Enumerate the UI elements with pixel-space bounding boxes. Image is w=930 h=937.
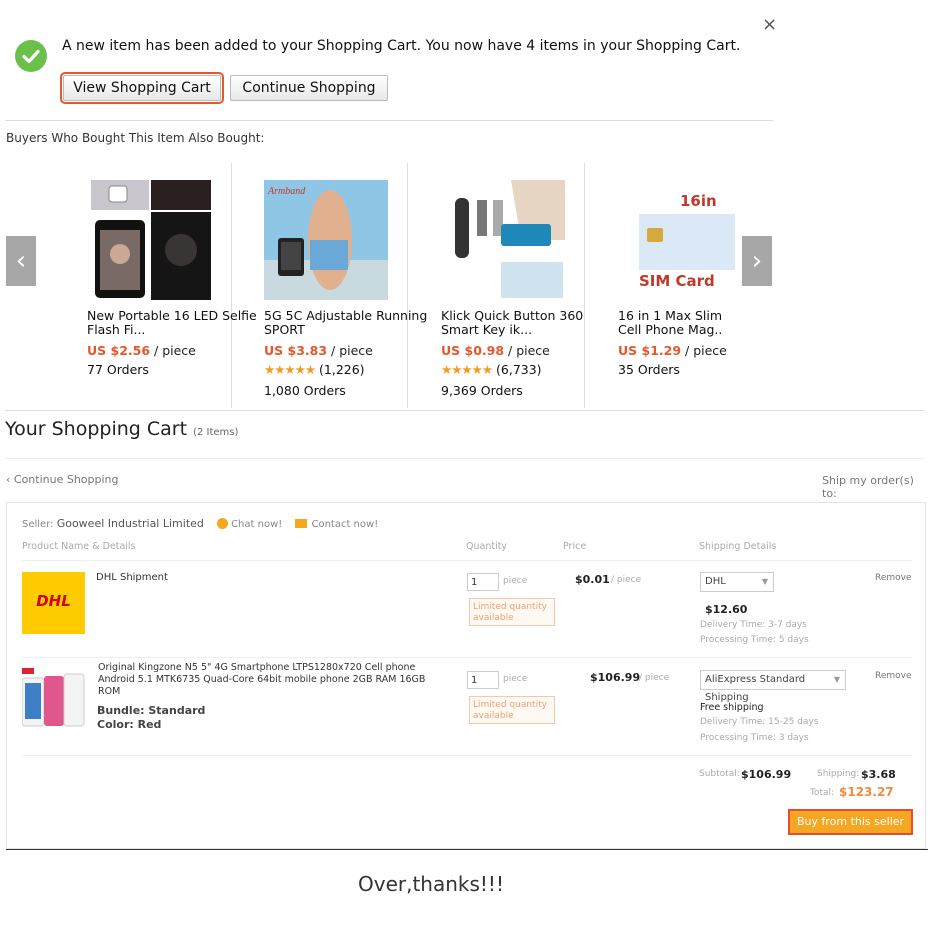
item-color: Color: Red bbox=[97, 718, 162, 731]
product-price: US $3.83 / piece bbox=[264, 343, 373, 358]
product-card[interactable]: Klick Quick Button 360 Smart Key ik... U… bbox=[408, 163, 585, 408]
shipping-total-value: $3.68 bbox=[861, 768, 896, 781]
cart-added-message: A new item has been added to your Shoppi… bbox=[62, 38, 741, 54]
qty-unit: piece bbox=[503, 576, 528, 586]
quantity-input[interactable]: 1 bbox=[467, 573, 499, 591]
chat-icon bbox=[217, 518, 229, 529]
product-image[interactable]: 16in SIM Card bbox=[635, 180, 735, 300]
view-shopping-cart-button[interactable]: View Shopping Cart bbox=[60, 72, 224, 104]
product-image[interactable] bbox=[91, 180, 211, 300]
shipping-method-select[interactable]: AliExpress Standard Shipping ▼ bbox=[700, 670, 846, 703]
price-unit: / piece bbox=[611, 575, 642, 585]
shipping-cost: $12.60 bbox=[705, 603, 748, 616]
header-price: Price bbox=[563, 541, 587, 552]
cart-title: Your Shopping Cart (2 Items) bbox=[5, 418, 239, 440]
product-orders: 35 Orders bbox=[618, 362, 680, 377]
subtotal-value: $106.99 bbox=[741, 768, 792, 781]
carousel-prev-button[interactable]: ‹ bbox=[6, 236, 36, 286]
quantity-input[interactable]: 1 bbox=[467, 671, 499, 689]
seller-row: Seller: Gooweel Industrial Limited Chat … bbox=[22, 517, 379, 530]
product-price: US $0.98 / piece bbox=[441, 343, 550, 358]
product-price: US $1.29 / piece bbox=[618, 343, 727, 358]
item-price: $0.01 bbox=[575, 573, 610, 586]
header-shipping: Shipping Details bbox=[699, 541, 777, 552]
remove-link[interactable]: Remove bbox=[875, 573, 912, 583]
buy-from-seller-button[interactable]: Buy from this seller bbox=[788, 809, 913, 835]
dhl-logo: DHL bbox=[22, 572, 85, 634]
total-value: $123.27 bbox=[839, 785, 894, 799]
divider bbox=[5, 120, 773, 121]
divider bbox=[5, 410, 924, 411]
price-unit: / piece bbox=[639, 673, 670, 683]
chevron-down-icon: ▼ bbox=[833, 675, 840, 684]
product-orders: 9,369 Orders bbox=[441, 383, 523, 398]
row-divider bbox=[22, 657, 912, 658]
seller-name[interactable]: Gooweel Industrial Limited bbox=[57, 517, 204, 530]
product-price: US $2.56 / piece bbox=[87, 343, 196, 358]
bottom-divider bbox=[6, 849, 928, 850]
header-quantity: Quantity bbox=[466, 541, 508, 552]
continue-shopping-link[interactable]: ‹ Continue Shopping bbox=[6, 473, 119, 486]
shipping-cost: Free shipping bbox=[700, 702, 764, 713]
delivery-time: Delivery Time: 3-7 days bbox=[700, 620, 807, 630]
product-title[interactable]: 16 in 1 Max Slim Cell Phone Mag.. bbox=[618, 309, 728, 337]
remove-link[interactable]: Remove bbox=[875, 671, 912, 681]
qty-unit: piece bbox=[503, 674, 528, 684]
contact-now-link[interactable]: Contact now! bbox=[311, 519, 378, 530]
limited-quantity-notice: Limited quantity available bbox=[469, 598, 555, 626]
product-image[interactable] bbox=[441, 180, 565, 300]
shipping-label: Shipping: bbox=[817, 769, 860, 779]
product-card[interactable]: New Portable 16 LED Selfie Flash Fi... U… bbox=[55, 163, 257, 408]
shipping-method-select[interactable]: DHL ▼ bbox=[700, 572, 774, 592]
also-bought-carousel: ‹ › New Portable 16 LED Selfie Flash Fi.… bbox=[0, 163, 930, 411]
item-name[interactable]: DHL Shipment bbox=[96, 572, 168, 583]
row-divider bbox=[22, 560, 912, 561]
divider bbox=[5, 458, 924, 459]
item-name[interactable]: Original Kingzone N5 5" 4G Smartphone LT… bbox=[98, 662, 428, 698]
also-bought-heading: Buyers Who Bought This Item Also Bought: bbox=[6, 131, 265, 145]
continue-shopping-button[interactable]: Continue Shopping bbox=[230, 75, 388, 101]
sim-card-image-text: SIM Card bbox=[639, 272, 715, 290]
product-card[interactable]: 16in SIM Card 16 in 1 Max Slim Cell Phon… bbox=[585, 163, 735, 408]
subtotal-label: Subtotal: bbox=[699, 769, 740, 779]
armband-image-text: Armband bbox=[267, 186, 306, 197]
close-icon[interactable]: × bbox=[762, 14, 777, 35]
item-bundle: Bundle: Standard bbox=[97, 704, 206, 717]
star-rating-icon: ★★★★★ bbox=[264, 362, 316, 377]
product-rating: ★★★★★ (6,733) bbox=[441, 362, 542, 377]
limited-quantity-notice: Limited quantity available bbox=[469, 696, 555, 724]
chat-now-link[interactable]: Chat now! bbox=[231, 519, 282, 530]
ship-to-selector[interactable]: Ship my order(s) to: bbox=[822, 474, 930, 500]
star-rating-icon: ★★★★★ bbox=[441, 362, 493, 377]
product-image[interactable]: Armband bbox=[264, 180, 388, 300]
delivery-time: Delivery Time: 15-25 days bbox=[700, 717, 819, 727]
product-rating: ★★★★★ (1,226) bbox=[264, 362, 365, 377]
phone-product-image[interactable] bbox=[21, 668, 85, 730]
product-orders: 1,080 Orders bbox=[264, 383, 346, 398]
row-divider bbox=[22, 755, 912, 756]
success-check-icon bbox=[15, 40, 47, 72]
cart-count: (2 Items) bbox=[193, 427, 239, 438]
processing-time: Processing Time: 3 days bbox=[700, 733, 809, 743]
processing-time: Processing Time: 5 days bbox=[700, 635, 809, 645]
footer-note: Over,thanks!!! bbox=[358, 872, 504, 896]
chevron-down-icon: ▼ bbox=[761, 577, 768, 586]
total-label: Total: bbox=[810, 788, 835, 798]
item-price: $106.99 bbox=[590, 671, 641, 684]
product-orders: 77 Orders bbox=[87, 362, 149, 377]
product-card[interactable]: Armband 5G 5C Adjustable Running SPORT U… bbox=[231, 163, 427, 408]
header-product: Product Name & Details bbox=[22, 541, 136, 552]
sim-image-text: 16in bbox=[680, 192, 717, 210]
envelope-icon bbox=[295, 519, 308, 528]
carousel-next-button[interactable]: › bbox=[742, 236, 772, 286]
